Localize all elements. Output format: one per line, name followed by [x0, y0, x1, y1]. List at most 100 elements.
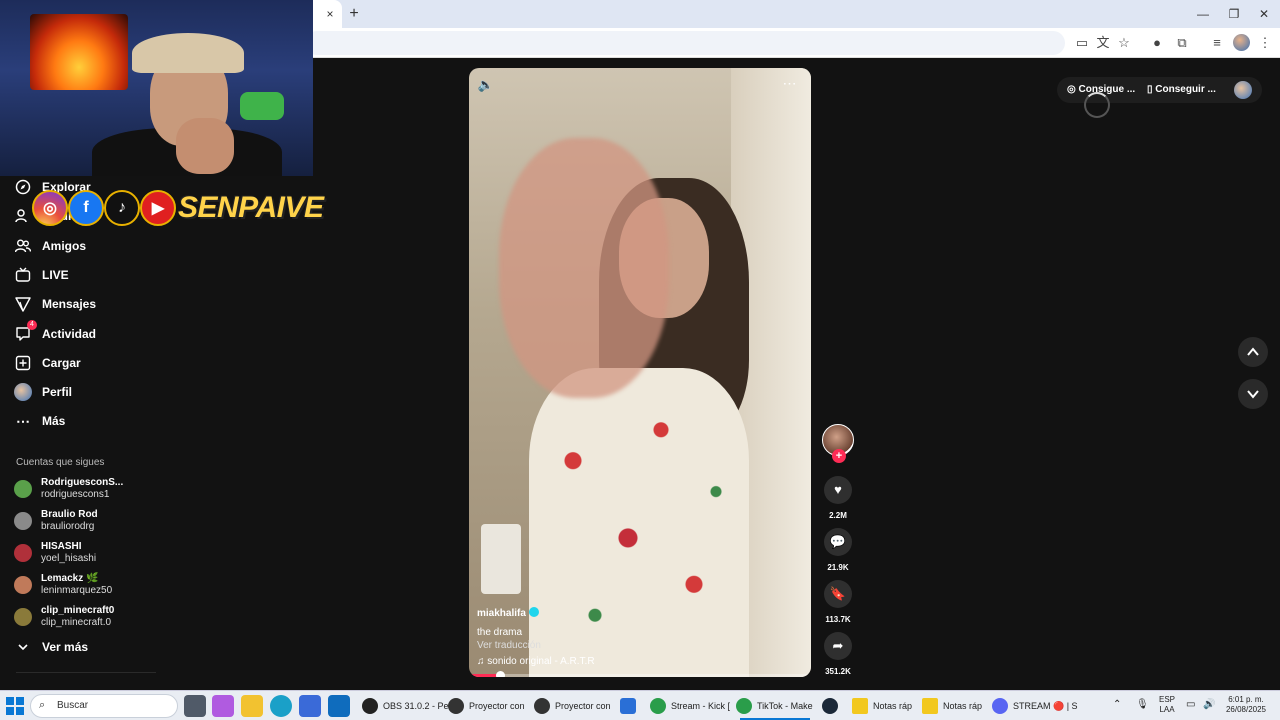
- video-player[interactable]: 🔈 ⋯ miakhalifa the drama Ver traducción …: [469, 68, 811, 677]
- following-account[interactable]: HISASHI yoel_hisashi: [14, 539, 96, 567]
- following-account[interactable]: Braulio Rod brauliorodrg: [14, 507, 98, 535]
- sidebar-item-label: Cargar: [42, 356, 81, 370]
- volume-tray-icon[interactable]: 🔊: [1203, 700, 1215, 710]
- sidebar-item-mas[interactable]: ⋯ Más: [14, 410, 65, 432]
- window-label: TikTok - Make: [757, 701, 813, 711]
- sidebar-item-label: Amigos: [42, 239, 87, 253]
- author-avatar[interactable]: +: [822, 424, 854, 463]
- taskbar-window-projector[interactable]: Proyector con: [448, 695, 525, 717]
- language-indicator[interactable]: ESP LAA: [1154, 695, 1180, 715]
- sidebar-item-cargar[interactable]: Cargar: [14, 352, 81, 374]
- taskbar-window-notes[interactable]: Notas ráp: [852, 695, 912, 717]
- sidebar-item-label: LIVE: [42, 268, 69, 282]
- like-icon[interactable]: ♥: [824, 476, 852, 504]
- streamer-cap: [132, 33, 244, 73]
- screen: × + — ❐ ✕ ▭ 文 ☆ ● ⧉ ≡ ⋮ ◎ Consigue ... ▯…: [0, 0, 1280, 720]
- extensions-icon[interactable]: ⧉: [1173, 34, 1191, 52]
- clock-time: 6:01 p. m.: [1228, 695, 1264, 704]
- tab-close-icon[interactable]: ×: [322, 6, 338, 22]
- following-account[interactable]: clip_minecraft0 clip_minecraft.0: [14, 603, 114, 631]
- volume-icon[interactable]: 🔈: [477, 76, 495, 94]
- video-author[interactable]: miakhalifa: [477, 608, 526, 619]
- more-options-icon[interactable]: ⋯: [779, 74, 801, 92]
- video-caption: the drama: [477, 627, 523, 638]
- cast-icon[interactable]: ▭: [1073, 34, 1091, 52]
- comment-icon[interactable]: 💬: [824, 528, 852, 556]
- edge-icon[interactable]: [270, 695, 292, 717]
- restore-icon[interactable]: ❐: [1223, 4, 1245, 24]
- channel-name: SENPAIVE: [178, 191, 324, 224]
- activity-icon: 4: [14, 320, 37, 343]
- minimize-icon[interactable]: —: [1192, 4, 1214, 24]
- menu-icon[interactable]: ⋮: [1256, 34, 1274, 52]
- translate-icon[interactable]: 文: [1094, 34, 1112, 52]
- sidebar-item-perfil[interactable]: Perfil: [14, 381, 72, 403]
- account-avatar: [14, 544, 32, 562]
- network-icon[interactable]: ▭: [1186, 700, 1195, 710]
- taskbar-window-tiktok[interactable]: TikTok - Make: [736, 695, 813, 720]
- account-handle: yoel_hisashi: [41, 553, 97, 564]
- video-music[interactable]: ♫ sonido original - A.R.T.R: [477, 656, 797, 667]
- address-bar[interactable]: [305, 31, 1065, 55]
- comment-count: 21.9K: [827, 563, 849, 572]
- sidebar-item-actividad[interactable]: 4 Actividad: [14, 320, 96, 345]
- see-more-button[interactable]: Ver más: [14, 636, 88, 658]
- copilot-icon[interactable]: [212, 695, 234, 717]
- file-explorer-icon[interactable]: [241, 695, 263, 717]
- taskbar-window-obs[interactable]: OBS 31.0.2 - Pe: [362, 695, 449, 717]
- lang-code: ESP: [1158, 695, 1175, 704]
- lang-layout: LAA: [1159, 705, 1175, 714]
- task-view-icon[interactable]: [184, 695, 206, 717]
- get-coins-label: Consigue ...: [1078, 84, 1136, 95]
- previous-video-button[interactable]: [1238, 337, 1268, 367]
- extension-color-icon[interactable]: ●: [1148, 34, 1166, 52]
- reading-list-icon[interactable]: ≡: [1208, 34, 1226, 52]
- video-progress-bar[interactable]: [469, 671, 811, 677]
- taskbar-search[interactable]: ⌕ Buscar: [30, 694, 178, 718]
- fireplace-screen: [30, 14, 128, 90]
- taskbar-window-discord[interactable]: STREAM 🔴 | S: [992, 695, 1078, 717]
- tray-chevron-icon[interactable]: ⌃: [1113, 700, 1121, 710]
- get-app-button[interactable]: ▯ Conseguir ...: [1147, 84, 1216, 95]
- video-meta: miakhalifa the drama Ver traducción ♫ so…: [477, 603, 797, 667]
- see-more-label: Ver más: [42, 640, 89, 654]
- sidebar-item-amigos[interactable]: Amigos: [14, 235, 86, 257]
- video-actions: + ♥ 2.2M 💬 21.9K 🔖 113.7K ➦ 351.2K: [822, 424, 854, 676]
- taskbar-window-steam[interactable]: [822, 695, 843, 717]
- sticky-notes-icon: [922, 698, 938, 714]
- taskbar-window-notes[interactable]: Notas ráp: [922, 695, 982, 717]
- new-tab-icon[interactable]: +: [345, 5, 363, 23]
- user-follow-icon: [14, 207, 32, 225]
- following-account[interactable]: RodriguesconS... rodriguescons1: [14, 475, 123, 503]
- microphone-icon[interactable]: 🎙: [1136, 700, 1149, 710]
- account-name: Lemackz 🌿: [41, 573, 99, 584]
- chevron-down-icon: [14, 638, 32, 656]
- webcam-overlay: [0, 0, 313, 176]
- close-window-icon[interactable]: ✕: [1253, 4, 1275, 24]
- get-app-label: Conseguir ...: [1155, 84, 1216, 95]
- follow-plus-icon[interactable]: +: [832, 449, 846, 463]
- taskbar-window-kick[interactable]: Stream - Kick [: [650, 695, 730, 717]
- share-icon[interactable]: ➦: [824, 632, 852, 660]
- clock[interactable]: 6:01 p. m. 26/08/2025: [1220, 695, 1272, 715]
- taskbar-window-projector[interactable]: Proyector con: [534, 695, 611, 717]
- sidebar-item-mensajes[interactable]: Mensajes: [14, 293, 96, 315]
- next-video-button[interactable]: [1238, 379, 1268, 409]
- account-avatar: [14, 480, 32, 498]
- windows-start-icon[interactable]: [6, 697, 24, 715]
- store-icon[interactable]: [299, 695, 321, 717]
- outlook-icon[interactable]: [328, 695, 350, 717]
- bookmark-icon[interactable]: 🔖: [824, 580, 852, 608]
- user-avatar[interactable]: [1234, 81, 1252, 99]
- account-avatar: [14, 576, 32, 594]
- profile-avatar[interactable]: [1233, 34, 1250, 51]
- bookmark-star-icon[interactable]: ☆: [1115, 34, 1133, 52]
- sidebar-item-live[interactable]: LIVE: [14, 264, 69, 286]
- see-translation-link[interactable]: Ver traducción: [477, 640, 797, 651]
- progress-knob[interactable]: [495, 671, 505, 677]
- taskbar-window-app[interactable]: [620, 695, 641, 717]
- app-icon: [620, 698, 636, 714]
- following-account[interactable]: Lemackz 🌿 leninmarquez50: [14, 571, 112, 599]
- video-cup: [481, 524, 521, 594]
- discord-icon: [992, 698, 1008, 714]
